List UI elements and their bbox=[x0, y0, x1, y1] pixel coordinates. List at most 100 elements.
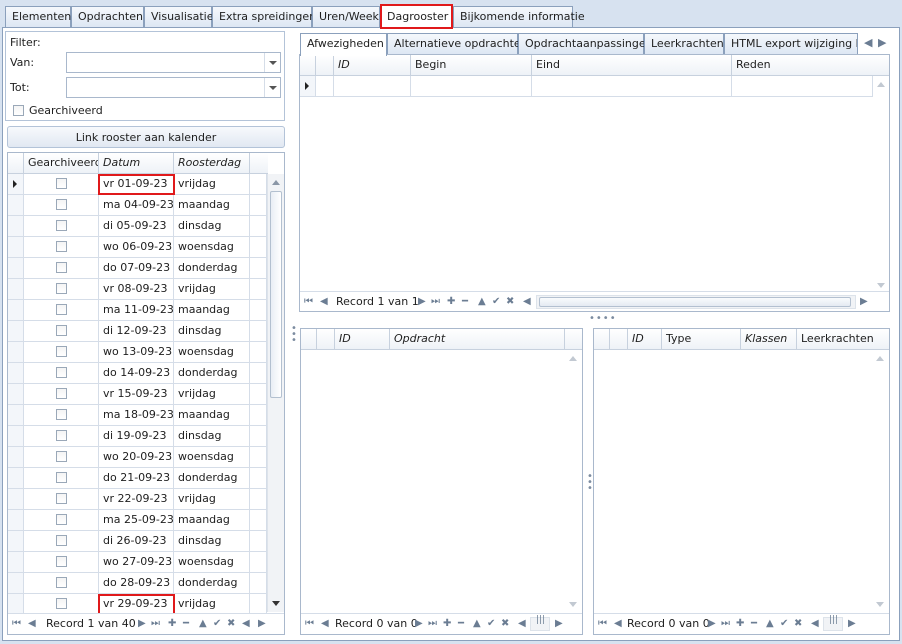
cell-datum[interactable]: wo 06-09-23 bbox=[99, 237, 174, 258]
column-header-type[interactable]: Type bbox=[662, 329, 741, 350]
cell-gearchiveerd[interactable] bbox=[24, 321, 99, 342]
cell-roosterdag[interactable]: dinsdag bbox=[174, 216, 250, 237]
first-icon[interactable]: ⏮ bbox=[305, 618, 314, 629]
archived-checkbox[interactable] bbox=[56, 262, 67, 273]
cell-gearchiveerd[interactable] bbox=[24, 426, 99, 447]
cell-gearchiveerd[interactable] bbox=[24, 237, 99, 258]
cell-gearchiveerd[interactable] bbox=[24, 552, 99, 573]
tab-scroll-left-icon[interactable]: ◀ bbox=[864, 36, 872, 49]
cell-datum[interactable]: ma 04-09-23 bbox=[99, 195, 174, 216]
column-header-reden[interactable]: Reden bbox=[732, 55, 889, 76]
cell-gearchiveerd[interactable] bbox=[24, 468, 99, 489]
cell-gearchiveerd[interactable] bbox=[24, 384, 99, 405]
cell-datum[interactable]: do 07-09-23 bbox=[99, 258, 174, 279]
column-header-id[interactable]: ID bbox=[628, 329, 662, 350]
up-icon[interactable]: ▲ bbox=[478, 296, 486, 307]
archived-checkbox[interactable] bbox=[56, 325, 67, 336]
table-row[interactable]: vr 15-09-23 vrijdag bbox=[8, 384, 267, 405]
cell-roosterdag[interactable]: vrijdag bbox=[174, 594, 250, 615]
link-rooster-button[interactable]: Link rooster aan kalender bbox=[7, 126, 285, 148]
cell-gearchiveerd[interactable] bbox=[24, 216, 99, 237]
table-row[interactable] bbox=[300, 76, 889, 97]
remove-icon[interactable]: ━ bbox=[462, 296, 468, 307]
archived-checkbox[interactable] bbox=[56, 472, 67, 483]
cell-roosterdag[interactable]: vrijdag bbox=[174, 279, 250, 300]
horizontal-scrollbar[interactable]: ||| bbox=[530, 615, 550, 631]
cell-datum[interactable]: do 14-09-23 bbox=[99, 363, 174, 384]
save-icon[interactable]: ✔ bbox=[213, 618, 221, 629]
archived-checkbox[interactable] bbox=[56, 556, 67, 567]
table-row[interactable]: wo 06-09-23 woensdag bbox=[8, 237, 267, 258]
cell-roosterdag[interactable]: dinsdag bbox=[174, 531, 250, 552]
vertical-scrollbar[interactable] bbox=[565, 350, 582, 613]
add-icon[interactable]: ✚ bbox=[443, 618, 451, 629]
vertical-scrollbar[interactable] bbox=[872, 350, 889, 613]
column-header-id[interactable]: ID bbox=[334, 55, 411, 76]
archived-checkbox[interactable] bbox=[56, 598, 67, 609]
table-row[interactable]: di 19-09-23 dinsdag bbox=[8, 426, 267, 447]
archived-checkbox[interactable] bbox=[56, 178, 67, 189]
table-row[interactable]: do 14-09-23 donderdag bbox=[8, 363, 267, 384]
save-icon[interactable]: ✔ bbox=[492, 296, 500, 307]
cell-gearchiveerd[interactable] bbox=[24, 195, 99, 216]
table-row[interactable]: vr 08-09-23 vrijdag bbox=[8, 279, 267, 300]
cell-gearchiveerd[interactable] bbox=[24, 405, 99, 426]
table-row[interactable]: di 12-09-23 dinsdag bbox=[8, 321, 267, 342]
archived-checkbox[interactable] bbox=[56, 199, 67, 210]
scroll-left-icon[interactable]: ◀ bbox=[811, 618, 819, 629]
save-icon[interactable]: ✔ bbox=[780, 618, 788, 629]
cell-roosterdag[interactable]: maandag bbox=[174, 405, 250, 426]
tab-visualisatie[interactable]: Visualisatie bbox=[144, 6, 214, 28]
table-row[interactable]: vr 01-09-23 vrijdag bbox=[8, 174, 267, 195]
horizontal-scrollbar[interactable] bbox=[536, 295, 856, 309]
cell-gearchiveerd[interactable] bbox=[24, 573, 99, 594]
cell-roosterdag[interactable]: donderdag bbox=[174, 573, 250, 594]
cell-roosterdag[interactable]: donderdag bbox=[174, 468, 250, 489]
last-icon[interactable]: ⏭ bbox=[151, 618, 160, 629]
cell-datum[interactable]: di 05-09-23 bbox=[99, 216, 174, 237]
cancel-icon[interactable]: ✖ bbox=[794, 618, 802, 629]
first-icon[interactable]: ⏮ bbox=[12, 618, 21, 629]
archived-checkbox[interactable] bbox=[56, 577, 67, 588]
scroll-right-icon[interactable]: ▶ bbox=[258, 618, 266, 629]
cell-datum[interactable]: di 12-09-23 bbox=[99, 321, 174, 342]
cancel-icon[interactable]: ✖ bbox=[227, 618, 235, 629]
cell-roosterdag[interactable]: dinsdag bbox=[174, 426, 250, 447]
column-header-leerkrachten[interactable]: Leerkrachten bbox=[797, 329, 889, 350]
scroll-right-icon[interactable]: ▶ bbox=[555, 618, 563, 629]
cancel-icon[interactable]: ✖ bbox=[506, 296, 514, 307]
cell-datum[interactable]: vr 08-09-23 bbox=[99, 279, 174, 300]
vertical-scrollbar[interactable] bbox=[873, 76, 889, 294]
scroll-up-icon[interactable] bbox=[877, 82, 885, 87]
tab-extra-spreidingen[interactable]: Extra spreidingen bbox=[212, 6, 316, 28]
table-row[interactable]: ma 18-09-23 maandag bbox=[8, 405, 267, 426]
vertical-splitter-grip-left[interactable]: • • • bbox=[291, 324, 297, 346]
cell-datum[interactable]: do 21-09-23 bbox=[99, 468, 174, 489]
add-icon[interactable]: ✚ bbox=[168, 618, 176, 629]
add-icon[interactable]: ✚ bbox=[736, 618, 744, 629]
next-icon[interactable]: ▶ bbox=[418, 296, 426, 307]
scroll-up-icon[interactable] bbox=[876, 356, 884, 361]
cell-datum[interactable]: do 28-09-23 bbox=[99, 573, 174, 594]
van-date-picker[interactable] bbox=[66, 52, 281, 73]
vertical-scrollbar[interactable] bbox=[267, 174, 284, 612]
cell-datum[interactable]: di 19-09-23 bbox=[99, 426, 174, 447]
table-row[interactable]: do 07-09-23 donderdag bbox=[8, 258, 267, 279]
column-header-gearchiveerd[interactable]: Gearchiveerd bbox=[24, 153, 99, 174]
first-icon[interactable]: ⏮ bbox=[304, 296, 313, 307]
cell-datum[interactable]: ma 18-09-23 bbox=[99, 405, 174, 426]
column-header-eind[interactable]: Eind bbox=[532, 55, 732, 76]
column-header-datum[interactable]: Datum bbox=[99, 153, 174, 174]
cell-gearchiveerd[interactable] bbox=[24, 279, 99, 300]
archived-checkbox[interactable] bbox=[56, 451, 67, 462]
cell-gearchiveerd[interactable] bbox=[24, 531, 99, 552]
cell-roosterdag[interactable]: vrijdag bbox=[174, 384, 250, 405]
up-icon[interactable]: ▲ bbox=[473, 618, 481, 629]
remove-icon[interactable]: ━ bbox=[458, 618, 464, 629]
tab-elementen[interactable]: Elementen bbox=[5, 6, 71, 28]
cell-begin[interactable] bbox=[411, 76, 532, 97]
archived-checkbox[interactable] bbox=[56, 241, 67, 252]
next-icon[interactable]: ▶ bbox=[708, 618, 716, 629]
table-row[interactable]: do 28-09-23 donderdag bbox=[8, 573, 267, 594]
archived-checkbox[interactable] bbox=[56, 493, 67, 504]
